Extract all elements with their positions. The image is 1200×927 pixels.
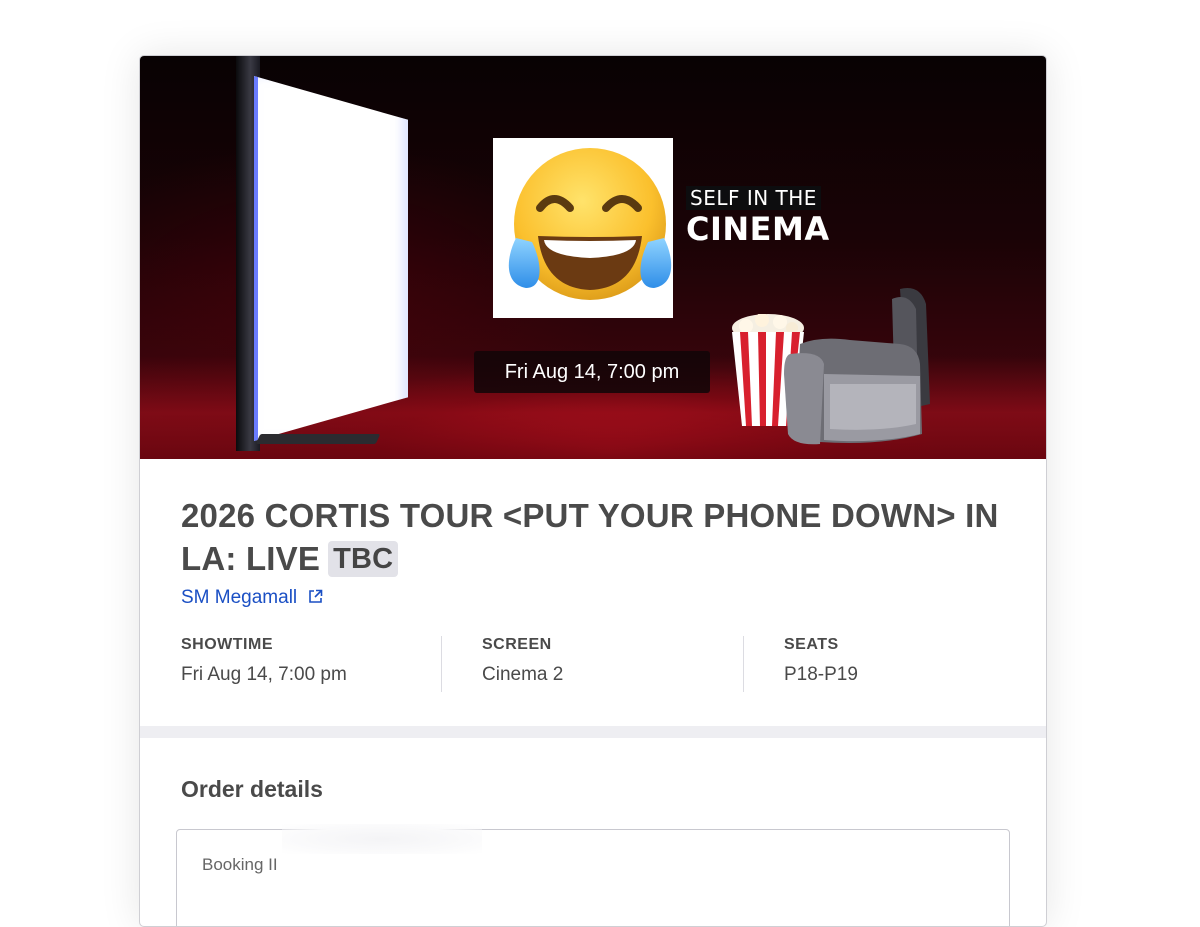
showtime-details: SHOWTIME Fri Aug 14, 7:00 pm SCREEN Cine… [181, 636, 1011, 696]
order-details-heading: Order details [181, 776, 323, 802]
ticket-card: SELF IN THE CINEMA Fri Aug 14, 7:00 pm 2… [139, 55, 1047, 927]
external-link-icon [309, 589, 323, 603]
banner-tagline-big: CINEMA [686, 210, 830, 248]
banner-screen-stand [255, 434, 381, 444]
venue-link-label: SM Megamall [181, 587, 298, 608]
stat-divider [743, 636, 744, 692]
stat-showtime: SHOWTIME Fri Aug 14, 7:00 pm [181, 636, 347, 692]
stat-value: P18-P19 [784, 664, 858, 685]
stat-screen: SCREEN Cinema 2 [482, 636, 563, 692]
status-badge: TBC [328, 541, 399, 577]
banner-tagline-top: SELF IN THE [686, 186, 821, 210]
face-with-tears-of-joy-icon [508, 148, 672, 300]
event-title: 2026 CORTIS TOUR <PUT YOUR PHONE DOWN> I… [181, 494, 1001, 580]
stat-divider [441, 636, 442, 692]
stat-label: SHOWTIME [181, 636, 273, 653]
venue-link[interactable]: SM Megamall [181, 587, 323, 609]
section-separator [140, 726, 1046, 738]
stat-value: Cinema 2 [482, 664, 564, 685]
event-banner: SELF IN THE CINEMA Fri Aug 14, 7:00 pm [140, 56, 1046, 459]
blurred-region [282, 824, 482, 854]
banner-date-pill: Fri Aug 14, 7:00 pm [474, 351, 710, 393]
stat-label: SCREEN [482, 636, 552, 653]
event-title-text: 2026 CORTIS TOUR <PUT YOUR PHONE DOWN> I… [181, 497, 999, 577]
banner-curved-screen [254, 76, 408, 441]
stat-value: Fri Aug 14, 7:00 pm [181, 664, 347, 685]
stat-label: SEATS [784, 636, 839, 653]
recliner-chair-icon [784, 288, 930, 445]
order-details-box: Booking II [176, 824, 1010, 926]
stat-seats: SEATS P18-P19 [784, 636, 858, 692]
booking-id-label: Booking II [202, 855, 278, 874]
